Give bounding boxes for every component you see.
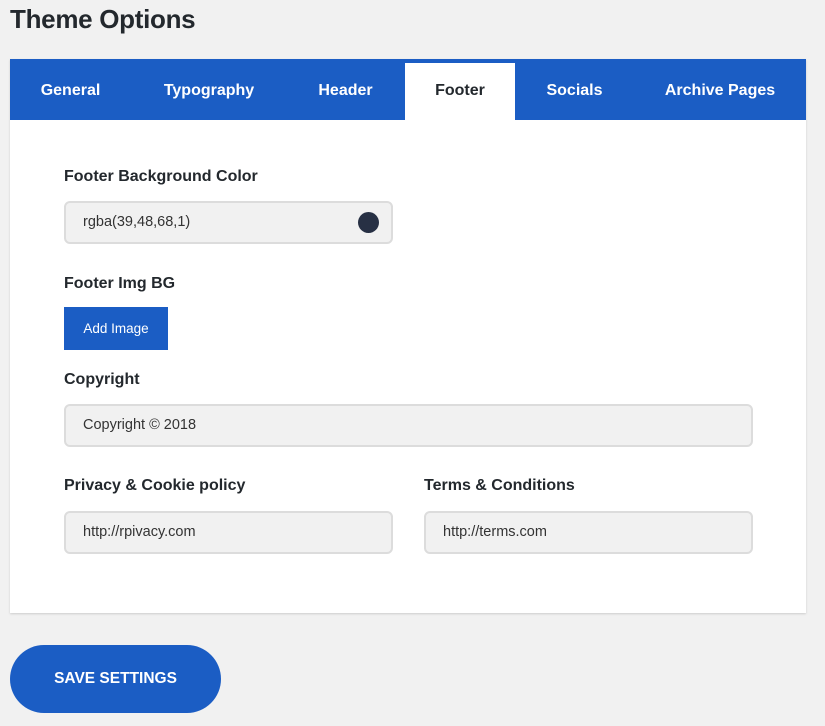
tab-typography[interactable]: Typography: [131, 59, 287, 120]
tab-archive-pages[interactable]: Archive Pages: [634, 59, 806, 120]
footer-bg-color-field[interactable]: rgba(39,48,68,1): [64, 201, 393, 244]
tab-socials[interactable]: Socials: [515, 59, 634, 120]
footer-bg-color-value: rgba(39,48,68,1): [83, 214, 191, 230]
terms-field[interactable]: http://terms.com: [424, 511, 753, 554]
settings-panel: General Typography Header Footer Socials…: [10, 59, 806, 613]
tab-bar: General Typography Header Footer Socials…: [10, 59, 806, 120]
tab-header[interactable]: Header: [287, 59, 404, 120]
privacy-label: Privacy & Cookie policy: [64, 477, 246, 494]
add-image-button[interactable]: Add Image: [64, 307, 168, 350]
page-title: Theme Options: [10, 4, 196, 34]
color-swatch[interactable]: [358, 212, 379, 233]
copyright-value: Copyright © 2018: [83, 417, 197, 433]
copyright-field[interactable]: Copyright © 2018: [64, 404, 753, 447]
tab-general[interactable]: General: [10, 59, 131, 120]
terms-label: Terms & Conditions: [424, 477, 575, 494]
copyright-label: Copyright: [64, 371, 140, 388]
privacy-value: http://rpivacy.com: [83, 524, 196, 540]
footer-bg-color-label: Footer Background Color: [64, 168, 258, 185]
save-settings-button[interactable]: SAVE SETTINGS: [10, 645, 221, 713]
terms-value: http://terms.com: [443, 524, 547, 540]
privacy-field[interactable]: http://rpivacy.com: [64, 511, 393, 554]
tab-footer[interactable]: Footer: [405, 63, 515, 120]
footer-img-bg-label: Footer Img BG: [64, 275, 176, 292]
